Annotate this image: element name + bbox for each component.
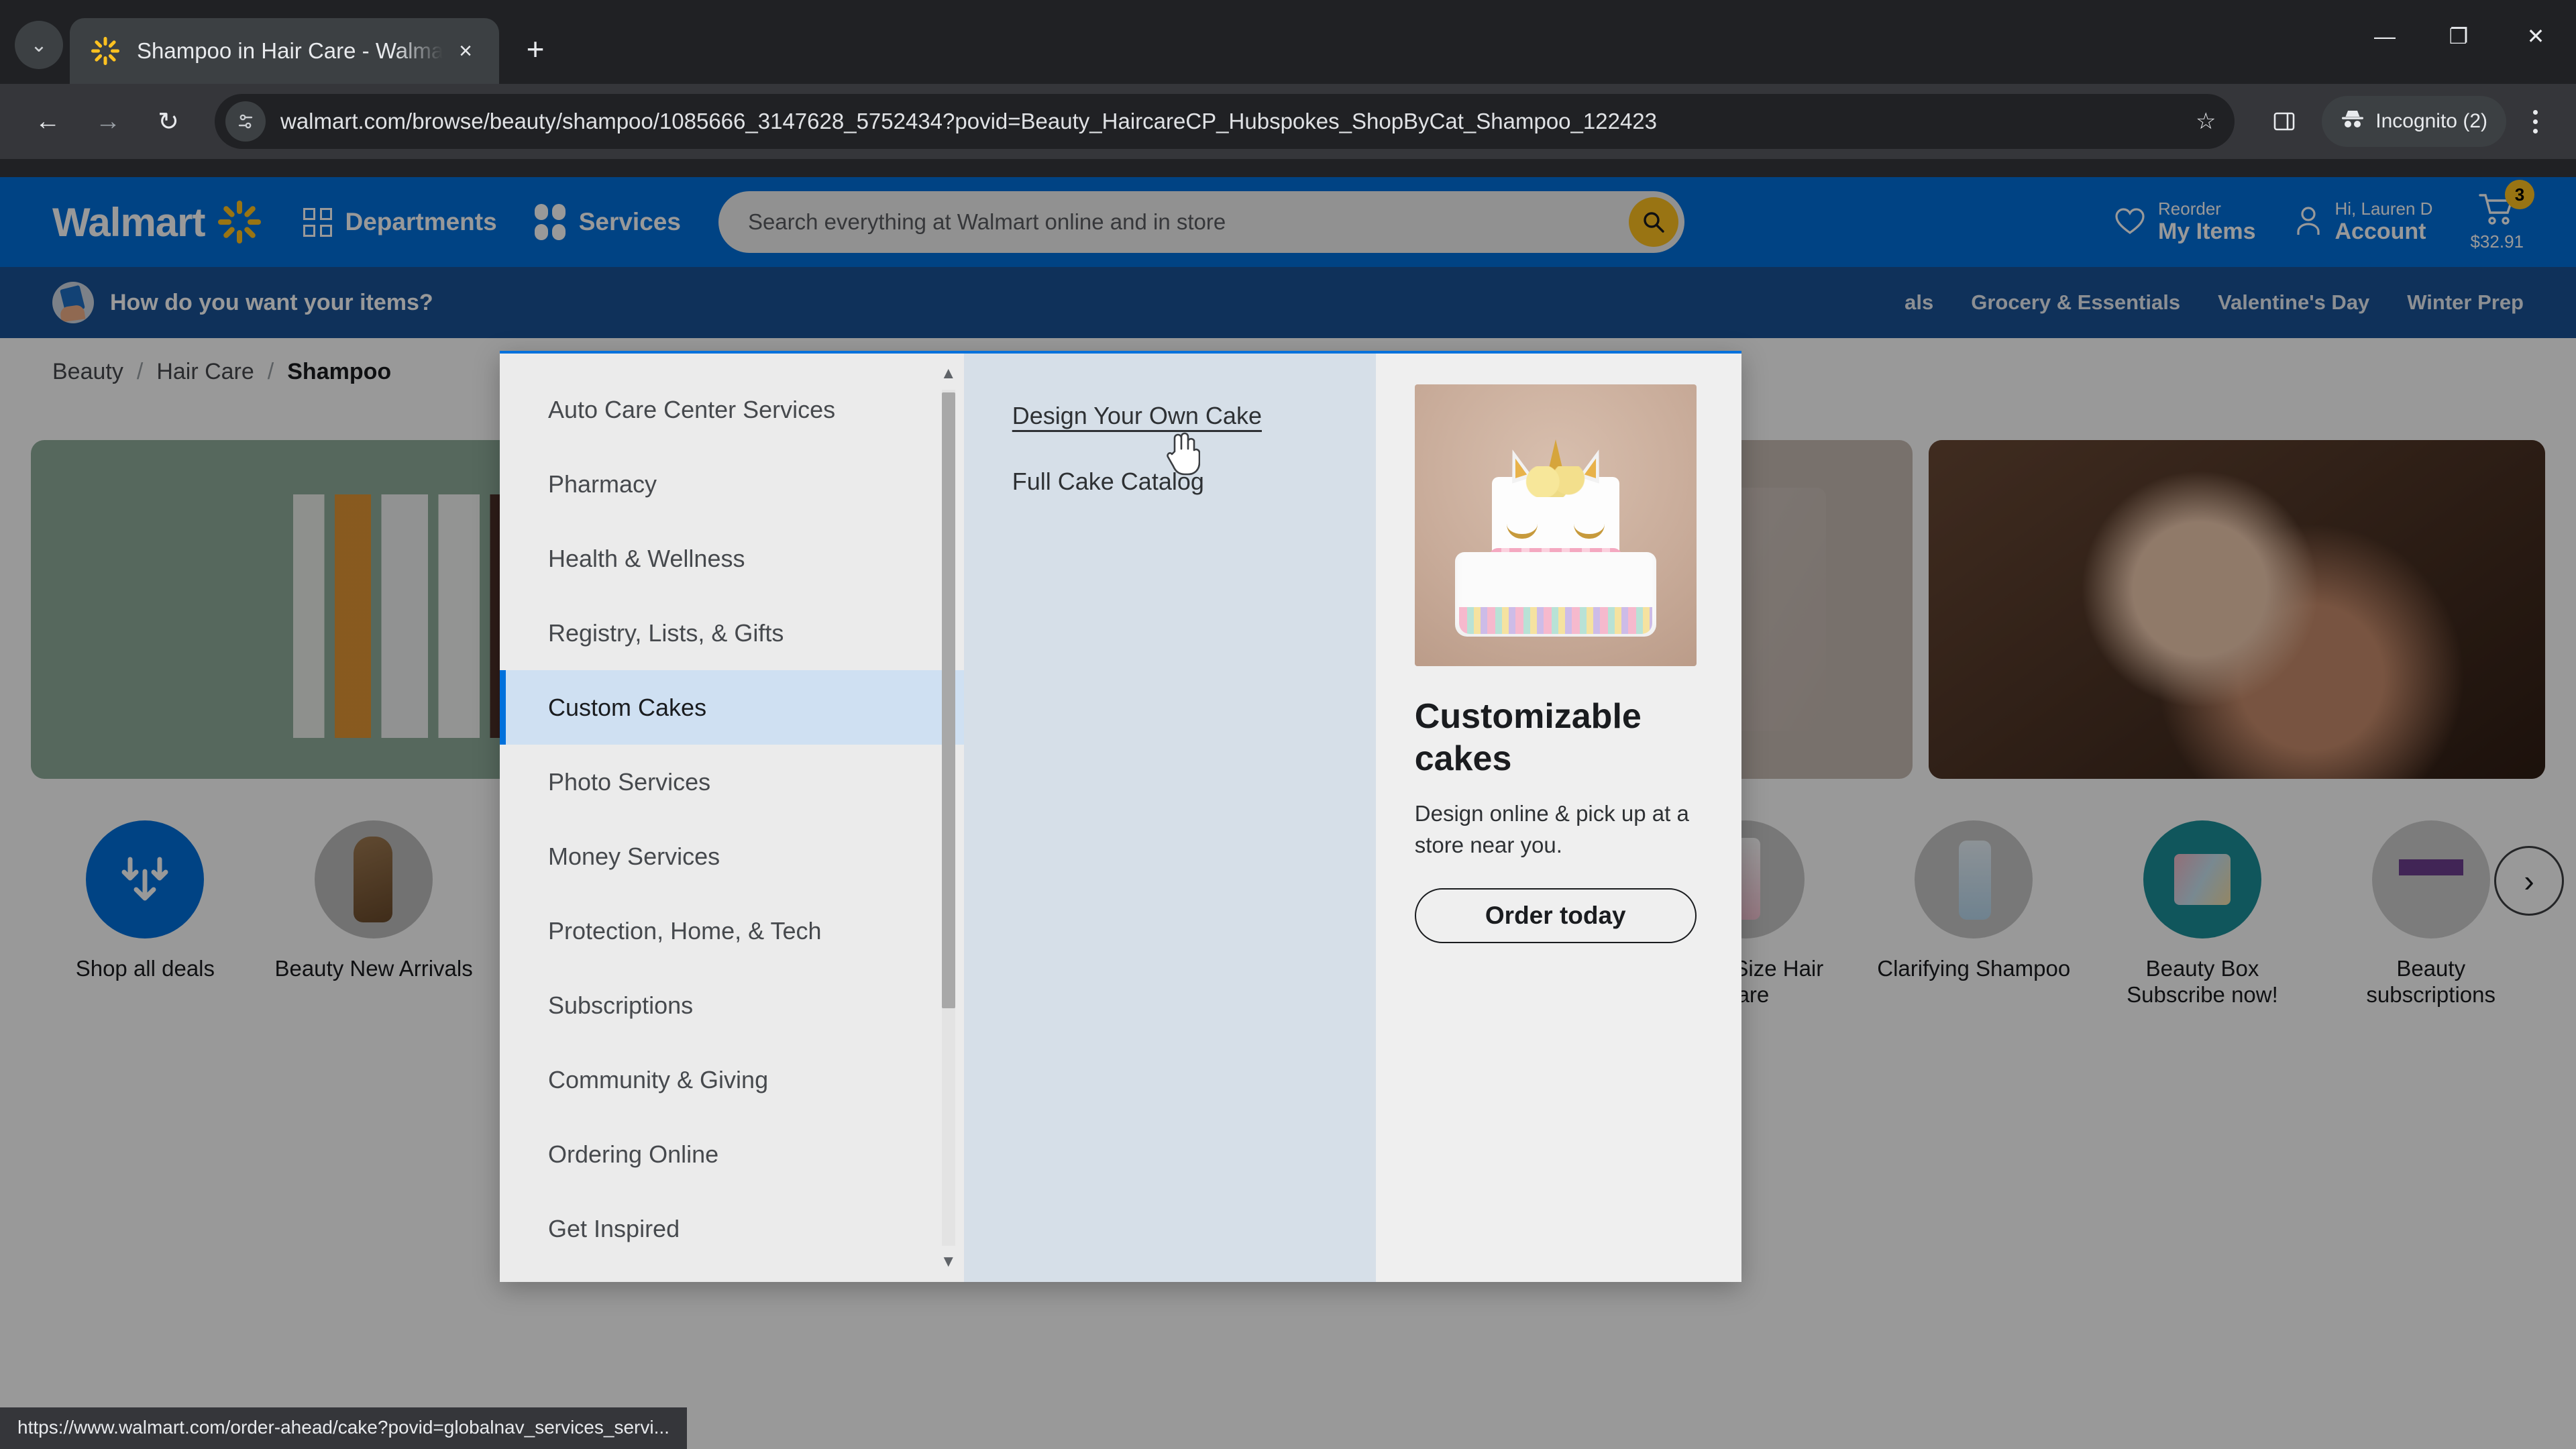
services-category-list: Auto Care Center Services Pharmacy Healt… — [500, 354, 964, 1282]
cake-bottom-tier — [1454, 552, 1656, 637]
menu-item-auto-care-center-services[interactable]: Auto Care Center Services — [500, 372, 964, 447]
scrollbar-track[interactable] — [941, 390, 955, 1246]
address-bar[interactable]: walmart.com/browse/beauty/shampoo/108566… — [215, 94, 2235, 149]
reload-button[interactable]: ↻ — [140, 93, 197, 150]
order-today-button[interactable]: Order today — [1414, 888, 1697, 943]
promo-subtitle: Design online & pick up at a store near … — [1414, 800, 1689, 857]
menu-item-label: Photo Services — [548, 767, 711, 796]
status-bar-url: https://www.walmart.com/order-ahead/cake… — [0, 1407, 687, 1449]
services-mega-menu: Auto Care Center Services Pharmacy Healt… — [500, 351, 1741, 1282]
maximize-window-button[interactable]: ❐ — [2422, 0, 2496, 72]
unicorn-mane — [1523, 466, 1588, 497]
menu-scrollbar[interactable]: ▲ ▼ — [940, 366, 957, 1270]
browser-tab[interactable]: Shampoo in Hair Care - Walmart.com × — [70, 18, 499, 84]
minimize-window-button[interactable]: — — [2348, 0, 2422, 72]
scroll-down-icon[interactable]: ▼ — [941, 1254, 957, 1270]
scrollbar-thumb[interactable] — [941, 392, 955, 1009]
menu-item-health-wellness[interactable]: Health & Wellness — [500, 521, 964, 596]
sublink-design-your-own-cake[interactable]: Design Your Own Cake — [1012, 402, 1262, 430]
menu-item-protection-home-tech[interactable]: Protection, Home, & Tech — [500, 894, 964, 968]
tab-title: Shampoo in Hair Care - Walmart.com — [137, 38, 443, 63]
cake-illustration — [1454, 439, 1656, 637]
menu-item-label: Subscriptions — [548, 991, 694, 1019]
scroll-up-icon[interactable]: ▲ — [941, 366, 957, 382]
tab-strip: ⌄ Shampoo in Hair Care - Walma × + — ❐ ✕ — [0, 0, 2576, 84]
incognito-profile-button[interactable]: Incognito (2) — [2322, 96, 2506, 147]
menu-item-label: Community & Giving — [548, 1065, 769, 1093]
incognito-icon — [2341, 109, 2365, 134]
unicorn-eye-right — [1573, 524, 1605, 539]
tab-search-button[interactable]: ⌄ — [15, 21, 63, 69]
menu-item-label: Money Services — [548, 842, 720, 870]
browser-menu-icon[interactable] — [2513, 96, 2557, 147]
cake-top-tier — [1489, 439, 1622, 566]
unicorn-cake-image — [1414, 384, 1697, 666]
close-window-button[interactable]: ✕ — [2496, 0, 2576, 72]
menu-item-money-services[interactable]: Money Services — [500, 819, 964, 894]
menu-item-photo-services[interactable]: Photo Services — [500, 745, 964, 819]
custom-cakes-sublinks: Design Your Own Cake Full Cake Catalog — [963, 354, 1376, 1282]
menu-item-label: Protection, Home, & Tech — [548, 916, 822, 945]
forward-button[interactable]: → — [79, 93, 137, 150]
back-button[interactable]: ← — [19, 93, 76, 150]
window-controls: — ❐ ✕ — [2348, 0, 2576, 72]
site-settings-icon[interactable] — [225, 101, 266, 142]
side-panel-icon[interactable] — [2260, 97, 2308, 146]
menu-item-label: Custom Cakes — [548, 693, 707, 721]
browser-toolbar: ← → ↻ walmart.com/browse/beauty/shampoo/… — [0, 84, 2576, 159]
promo-title: Customizable cakes — [1414, 697, 1642, 779]
menu-item-label: Pharmacy — [548, 470, 657, 498]
unicorn-eye-left — [1506, 524, 1538, 539]
menu-item-registry-lists-gifts[interactable]: Registry, Lists, & Gifts — [500, 596, 964, 670]
walmart-spark-icon — [91, 37, 119, 65]
address-bar-url: walmart.com/browse/beauty/shampoo/108566… — [280, 109, 1658, 133]
incognito-label: Incognito (2) — [2375, 110, 2487, 132]
menu-item-pharmacy[interactable]: Pharmacy — [500, 447, 964, 521]
close-tab-icon[interactable]: × — [447, 32, 484, 70]
sublink-full-cake-catalog[interactable]: Full Cake Catalog — [1012, 468, 1204, 496]
menu-item-community-giving[interactable]: Community & Giving — [500, 1042, 964, 1117]
chevron-down-icon: ⌄ — [30, 34, 48, 56]
browser-window: ⌄ Shampoo in Hair Care - Walma × + — ❐ ✕… — [0, 0, 2576, 1449]
bookmark-star-icon[interactable]: ☆ — [2184, 99, 2228, 144]
cakes-promo-card: Customizable cakes Design online & pick … — [1375, 354, 1741, 1282]
menu-item-custom-cakes[interactable]: Custom Cakes — [500, 670, 964, 745]
menu-item-label: Ordering Online — [548, 1140, 719, 1168]
menu-item-label: Auto Care Center Services — [548, 395, 836, 423]
menu-item-subscriptions[interactable]: Subscriptions — [500, 968, 964, 1042]
menu-item-label: Health & Wellness — [548, 544, 745, 572]
menu-item-label: Get Inspired — [548, 1214, 680, 1242]
menu-item-label: Registry, Lists, & Gifts — [548, 619, 784, 647]
menu-item-ordering-online[interactable]: Ordering Online — [500, 1117, 964, 1191]
menu-item-get-inspired[interactable]: Get Inspired — [500, 1191, 964, 1266]
new-tab-button[interactable]: + — [511, 25, 559, 73]
